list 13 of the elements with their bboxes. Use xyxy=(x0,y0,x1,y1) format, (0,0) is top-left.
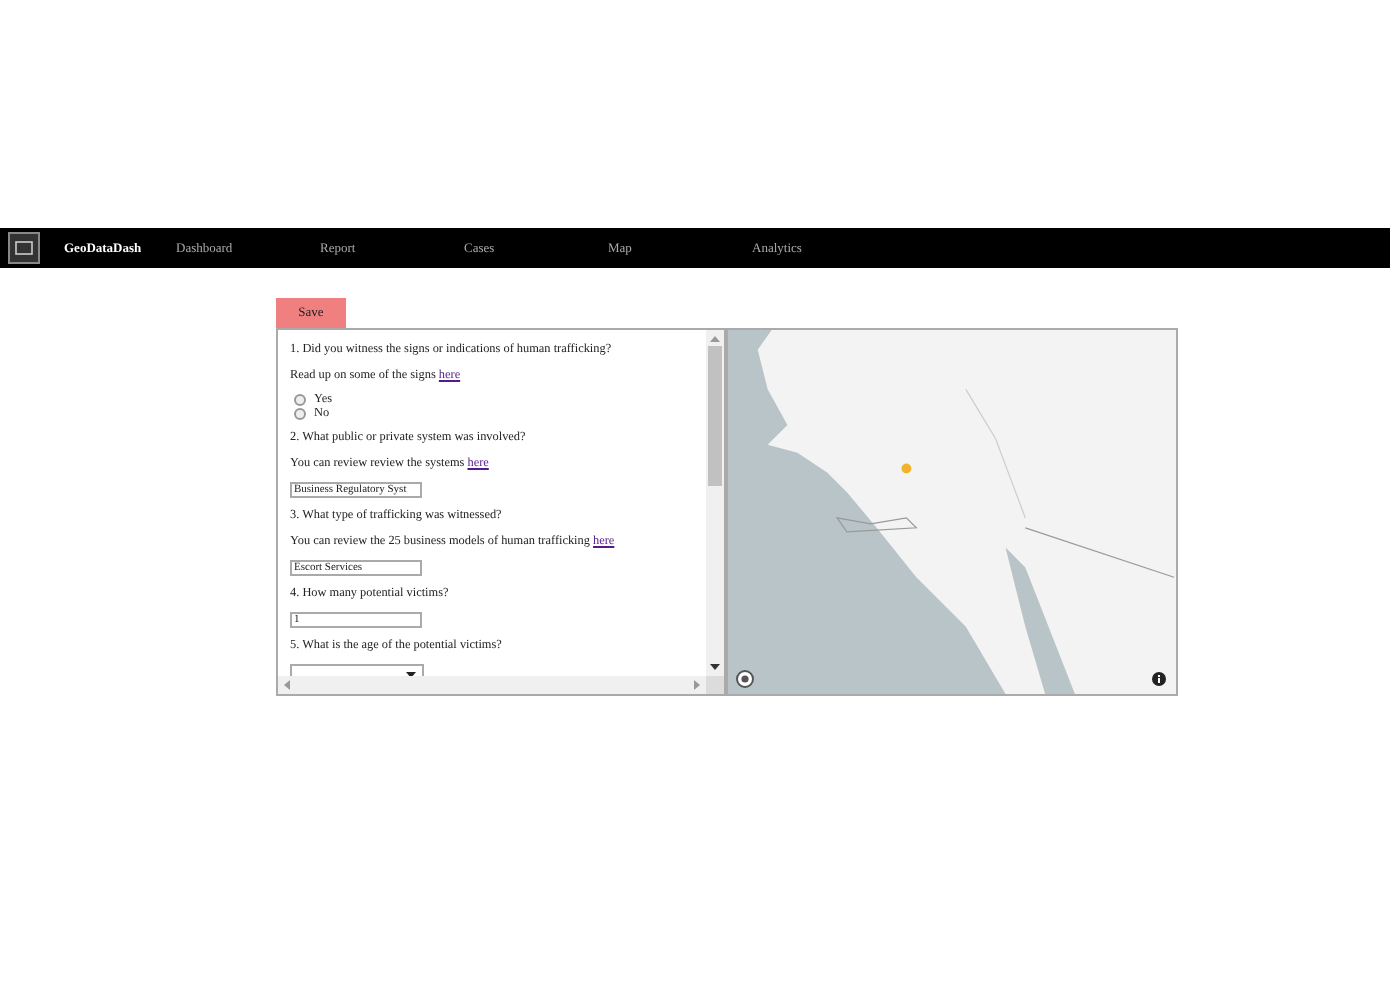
mapbox-logo-icon[interactable] xyxy=(736,670,754,688)
scroll-thumb[interactable] xyxy=(708,346,722,486)
down-arrow-icon[interactable] xyxy=(710,664,720,670)
radio-button[interactable] xyxy=(294,393,306,405)
info-icon[interactable] xyxy=(1152,672,1166,686)
horizontal-scrollbar[interactable] xyxy=(278,676,706,694)
left-arrow-icon[interactable] xyxy=(284,680,290,690)
right-arrow-icon[interactable] xyxy=(694,680,700,690)
radio-button[interactable] xyxy=(294,407,306,419)
vertical-scrollbar[interactable] xyxy=(706,330,724,676)
scrollbar-corner xyxy=(706,676,724,694)
logo-icon[interactable] xyxy=(8,232,40,264)
up-arrow-icon[interactable] xyxy=(710,336,720,342)
